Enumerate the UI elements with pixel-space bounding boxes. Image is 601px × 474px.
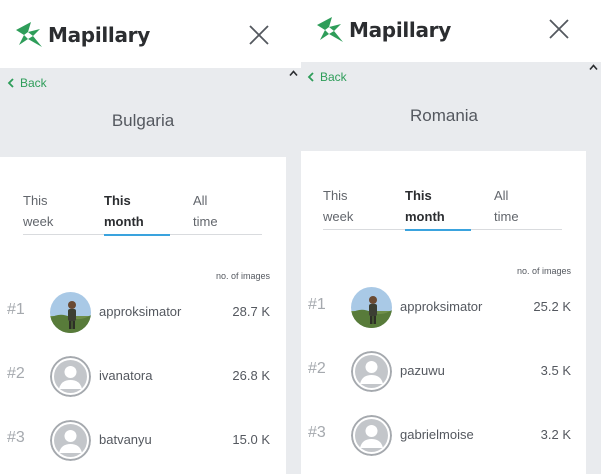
country-header: Back Romania [301,62,587,151]
rank: #2 [7,365,25,382]
user-photo-avatar[interactable] [50,292,91,333]
mapillary-logo-icon [16,22,42,47]
default-avatar-icon[interactable] [50,420,91,461]
leaderboard-row[interactable]: #2 pazuwu 3.5 K [301,347,587,397]
username-link[interactable]: approksimator [400,299,482,314]
column-header-images: no. of images [215,271,270,281]
tab-label-line1: This [104,193,131,208]
mapillary-logo[interactable]: Mapillary [14,20,150,50]
tab-label-line2: time [494,209,519,224]
tab-label-line2: time [193,214,218,229]
tab-this-week[interactable]: This week [323,185,353,227]
tab-this-month[interactable]: This month [405,185,445,227]
tab-all-time[interactable]: All time [193,190,218,232]
tab-label-line1: All [193,193,208,208]
leaderboard-row[interactable]: #1 approksimator 28.7 K [0,288,286,338]
tab-label-line1: This [23,193,48,208]
rank: #1 [7,301,25,318]
close-button[interactable] [248,24,270,46]
rank: #1 [308,296,326,313]
leaderboard-row[interactable]: #1 approksimator 25.2 K [301,283,587,333]
tab-all-time[interactable]: All time [494,185,519,227]
tab-label-line2: week [23,214,54,229]
back-label: Back [20,76,47,90]
close-icon [549,19,569,39]
leaderboard-panel-bulgaria: Mapillary Back Bulgaria This week This m… [0,0,286,474]
period-tabs: This week This month All time [323,185,562,231]
scrollbar-track[interactable] [286,68,301,474]
chevron-left-icon [307,72,314,82]
active-tab-indicator [405,229,471,231]
username-link[interactable]: pazuwu [400,363,445,378]
username-link[interactable]: ivanatora [99,368,152,383]
image-count: 3.2 K [540,427,571,442]
default-avatar-icon[interactable] [351,351,392,392]
image-count: 26.8 K [232,368,270,383]
username-link[interactable]: approksimator [99,304,181,319]
chevron-left-icon [7,78,14,88]
rank: #3 [308,424,326,441]
image-count: 25.2 K [533,299,571,314]
brand-bar: Mapillary [0,0,286,68]
mapillary-logo-icon [317,17,343,42]
back-label: Back [320,70,347,84]
period-tabs: This week This month All time [23,190,262,236]
leaderboard-row[interactable]: #2 ivanatora 26.8 K [0,352,286,402]
country-title: Romania [409,106,479,125]
close-icon [249,25,269,45]
leaderboard-row[interactable]: #3 batvanyu 15.0 K [0,416,286,466]
username-link[interactable]: batvanyu [99,432,152,447]
close-button[interactable] [548,18,570,40]
country-header: Back Bulgaria [0,68,286,157]
tab-label-line1: This [405,188,432,203]
chevron-up-icon[interactable] [589,63,598,72]
user-photo-avatar[interactable] [351,287,392,328]
leaderboard-panel-romania: Mapillary Back Romania This week This mo… [301,0,587,474]
brand-bar: Mapillary [301,0,587,62]
tab-label-line2: week [323,209,354,224]
chevron-up-icon[interactable] [289,69,298,78]
tab-label-line1: This [323,188,348,203]
column-header-images: no. of images [516,266,571,276]
logo-text: Mapillary [349,18,451,42]
tab-label-line2: month [104,214,144,229]
tab-this-month[interactable]: This month [104,190,144,232]
back-link[interactable]: Back [307,70,347,84]
default-avatar-icon[interactable] [351,415,392,456]
image-count: 15.0 K [232,432,270,447]
image-count: 3.5 K [540,363,571,378]
tab-label-line1: All [494,188,509,203]
tab-label-line2: month [405,209,445,224]
back-link[interactable]: Back [7,76,47,90]
leaderboard-row[interactable]: #3 gabrielmoise 3.2 K [301,411,587,461]
username-link[interactable]: gabrielmoise [400,427,474,442]
active-tab-indicator [104,234,170,236]
tab-this-week[interactable]: This week [23,190,53,232]
country-title: Bulgaria [111,111,175,130]
mapillary-logo[interactable]: Mapillary [315,15,451,45]
rank: #2 [308,360,326,377]
default-avatar-icon[interactable] [50,356,91,397]
scrollbar-track[interactable] [586,62,601,474]
rank: #3 [7,429,25,446]
logo-text: Mapillary [48,23,150,47]
image-count: 28.7 K [232,304,270,319]
